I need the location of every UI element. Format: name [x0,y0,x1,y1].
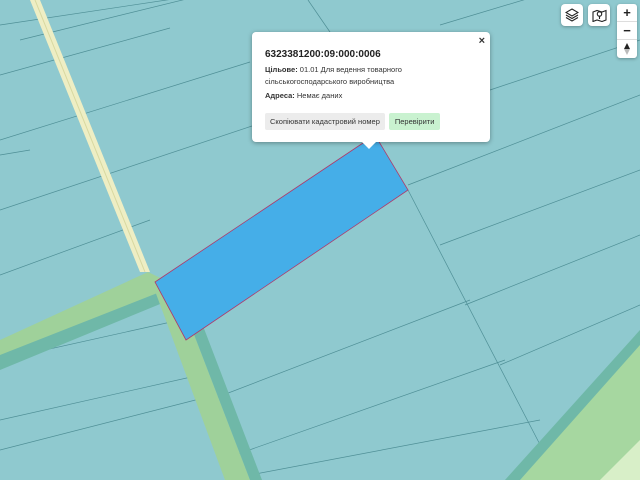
check-button[interactable]: Перевірити [388,113,441,130]
cadastral-number: 6323381200:09:000:0006 [265,49,381,60]
map-view-button[interactable] [588,4,610,26]
layers-button[interactable] [561,4,583,26]
zoom-controls: + − [617,4,637,58]
copy-cadastral-button[interactable]: Скопіювати кадастровий номер [265,113,385,130]
purpose-label: Цільове: [265,65,298,74]
address-value: Немає даних [296,91,343,100]
zoom-out-button[interactable]: − [617,22,637,40]
zoom-in-button[interactable]: + [617,4,637,22]
popup-actions: Скопіювати кадастровий номер Перевірити [265,113,477,130]
layers-icon [565,8,579,22]
address-label: Адреса: [265,91,295,100]
purpose-row: Цільове: 01.01 Для ведення товарного сіл… [265,64,477,88]
compass-button[interactable] [617,40,637,58]
parcel-popup: × 6323381200:09:000:0006 Цільове: 01.01 … [252,32,490,149]
close-icon[interactable]: × [479,35,485,47]
map-pin-icon [591,9,607,22]
address-row: Адреса: Немає даних [265,90,477,102]
compass-icon [624,43,630,55]
